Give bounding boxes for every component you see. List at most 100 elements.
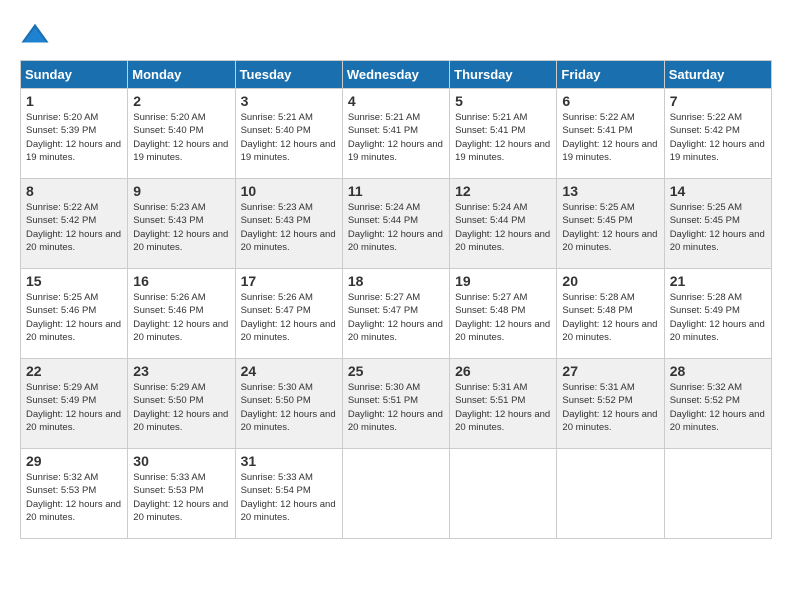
calendar-row-0: 1 Sunrise: 5:20 AM Sunset: 5:39 PM Daylig… — [21, 89, 772, 179]
calendar-row-4: 29 Sunrise: 5:32 AM Sunset: 5:53 PM Dayli… — [21, 449, 772, 539]
day-info: Sunrise: 5:26 AM Sunset: 5:46 PM Dayligh… — [133, 291, 229, 344]
calendar-cell — [664, 449, 771, 539]
day-info: Sunrise: 5:28 AM Sunset: 5:48 PM Dayligh… — [562, 291, 658, 344]
calendar-cell: 24 Sunrise: 5:30 AM Sunset: 5:50 PM Dayli… — [235, 359, 342, 449]
day-info: Sunrise: 5:31 AM Sunset: 5:51 PM Dayligh… — [455, 381, 551, 434]
calendar-cell: 1 Sunrise: 5:20 AM Sunset: 5:39 PM Daylig… — [21, 89, 128, 179]
col-monday: Monday — [128, 61, 235, 89]
day-number: 17 — [241, 273, 337, 289]
calendar-cell: 19 Sunrise: 5:27 AM Sunset: 5:48 PM Dayli… — [450, 269, 557, 359]
calendar-cell: 7Sunrise: 5:22 AM Sunset: 5:42 PM Daylig… — [664, 89, 771, 179]
day-info: Sunrise: 5:23 AM Sunset: 5:43 PM Dayligh… — [241, 201, 337, 254]
calendar-cell: 28 Sunrise: 5:32 AM Sunset: 5:52 PM Dayli… — [664, 359, 771, 449]
calendar-cell: 3 Sunrise: 5:21 AM Sunset: 5:40 PM Daylig… — [235, 89, 342, 179]
col-friday: Friday — [557, 61, 664, 89]
calendar: Sunday Monday Tuesday Wednesday Thursday… — [20, 60, 772, 539]
col-thursday: Thursday — [450, 61, 557, 89]
calendar-cell: 11Sunrise: 5:24 AM Sunset: 5:44 PM Dayli… — [342, 179, 449, 269]
day-info: Sunrise: 5:25 AM Sunset: 5:46 PM Dayligh… — [26, 291, 122, 344]
day-number: 10 — [241, 183, 337, 199]
day-info: Sunrise: 5:32 AM Sunset: 5:53 PM Dayligh… — [26, 471, 122, 524]
day-number: 22 — [26, 363, 122, 379]
day-info: Sunrise: 5:29 AM Sunset: 5:49 PM Dayligh… — [26, 381, 122, 434]
day-number: 5 — [455, 93, 551, 109]
day-info: Sunrise: 5:21 AM Sunset: 5:41 PM Dayligh… — [455, 111, 551, 164]
day-info: Sunrise: 5:30 AM Sunset: 5:51 PM Dayligh… — [348, 381, 444, 434]
day-info: Sunrise: 5:29 AM Sunset: 5:50 PM Dayligh… — [133, 381, 229, 434]
day-info: Sunrise: 5:32 AM Sunset: 5:52 PM Dayligh… — [670, 381, 766, 434]
calendar-cell: 27 Sunrise: 5:31 AM Sunset: 5:52 PM Dayli… — [557, 359, 664, 449]
day-info: Sunrise: 5:20 AM Sunset: 5:40 PM Dayligh… — [133, 111, 229, 164]
day-number: 13 — [562, 183, 658, 199]
day-info: Sunrise: 5:22 AM Sunset: 5:42 PM Dayligh… — [26, 201, 122, 254]
day-number: 8 — [26, 183, 122, 199]
day-number: 20 — [562, 273, 658, 289]
day-number: 3 — [241, 93, 337, 109]
day-number: 28 — [670, 363, 766, 379]
day-info: Sunrise: 5:27 AM Sunset: 5:48 PM Dayligh… — [455, 291, 551, 344]
day-info: Sunrise: 5:33 AM Sunset: 5:53 PM Dayligh… — [133, 471, 229, 524]
day-number: 24 — [241, 363, 337, 379]
calendar-cell: 13Sunrise: 5:25 AM Sunset: 5:45 PM Dayli… — [557, 179, 664, 269]
calendar-header-row: Sunday Monday Tuesday Wednesday Thursday… — [21, 61, 772, 89]
calendar-cell: 2 Sunrise: 5:20 AM Sunset: 5:40 PM Daylig… — [128, 89, 235, 179]
day-info: Sunrise: 5:33 AM Sunset: 5:54 PM Dayligh… — [241, 471, 337, 524]
col-wednesday: Wednesday — [342, 61, 449, 89]
day-info: Sunrise: 5:21 AM Sunset: 5:40 PM Dayligh… — [241, 111, 337, 164]
calendar-cell: 25 Sunrise: 5:30 AM Sunset: 5:51 PM Dayli… — [342, 359, 449, 449]
calendar-cell: 9 Sunrise: 5:23 AM Sunset: 5:43 PM Daylig… — [128, 179, 235, 269]
calendar-cell: 12 Sunrise: 5:24 AM Sunset: 5:44 PM Dayli… — [450, 179, 557, 269]
calendar-cell: 23 Sunrise: 5:29 AM Sunset: 5:50 PM Dayli… — [128, 359, 235, 449]
day-number: 4 — [348, 93, 444, 109]
day-info: Sunrise: 5:22 AM Sunset: 5:42 PM Dayligh… — [670, 111, 766, 164]
day-number: 31 — [241, 453, 337, 469]
day-number: 6 — [562, 93, 658, 109]
calendar-cell: 18 Sunrise: 5:27 AM Sunset: 5:47 PM Dayli… — [342, 269, 449, 359]
day-info: Sunrise: 5:27 AM Sunset: 5:47 PM Dayligh… — [348, 291, 444, 344]
calendar-cell — [450, 449, 557, 539]
calendar-body: 1 Sunrise: 5:20 AM Sunset: 5:39 PM Daylig… — [21, 89, 772, 539]
calendar-cell — [557, 449, 664, 539]
day-number: 14 — [670, 183, 766, 199]
calendar-cell: 15 Sunrise: 5:25 AM Sunset: 5:46 PM Dayli… — [21, 269, 128, 359]
day-info: Sunrise: 5:24 AM Sunset: 5:44 PM Dayligh… — [455, 201, 551, 254]
calendar-cell: 29 Sunrise: 5:32 AM Sunset: 5:53 PM Dayli… — [21, 449, 128, 539]
calendar-cell: 8 Sunrise: 5:22 AM Sunset: 5:42 PM Daylig… — [21, 179, 128, 269]
calendar-cell: 21 Sunrise: 5:28 AM Sunset: 5:49 PM Dayli… — [664, 269, 771, 359]
calendar-cell: 5 Sunrise: 5:21 AM Sunset: 5:41 PM Daylig… — [450, 89, 557, 179]
calendar-cell: 10 Sunrise: 5:23 AM Sunset: 5:43 PM Dayli… — [235, 179, 342, 269]
day-number: 19 — [455, 273, 551, 289]
day-info: Sunrise: 5:28 AM Sunset: 5:49 PM Dayligh… — [670, 291, 766, 344]
calendar-cell — [342, 449, 449, 539]
day-info: Sunrise: 5:20 AM Sunset: 5:39 PM Dayligh… — [26, 111, 122, 164]
day-number: 16 — [133, 273, 229, 289]
day-number: 1 — [26, 93, 122, 109]
day-number: 18 — [348, 273, 444, 289]
day-info: Sunrise: 5:23 AM Sunset: 5:43 PM Dayligh… — [133, 201, 229, 254]
day-number: 21 — [670, 273, 766, 289]
day-number: 15 — [26, 273, 122, 289]
day-number: 9 — [133, 183, 229, 199]
day-info: Sunrise: 5:24 AM Sunset: 5:44 PM Dayligh… — [348, 201, 444, 254]
day-number: 12 — [455, 183, 551, 199]
day-info: Sunrise: 5:31 AM Sunset: 5:52 PM Dayligh… — [562, 381, 658, 434]
col-sunday: Sunday — [21, 61, 128, 89]
day-number: 25 — [348, 363, 444, 379]
calendar-cell: 22 Sunrise: 5:29 AM Sunset: 5:49 PM Dayli… — [21, 359, 128, 449]
col-tuesday: Tuesday — [235, 61, 342, 89]
calendar-row-1: 8 Sunrise: 5:22 AM Sunset: 5:42 PM Daylig… — [21, 179, 772, 269]
calendar-cell: 14Sunrise: 5:25 AM Sunset: 5:45 PM Dayli… — [664, 179, 771, 269]
day-number: 2 — [133, 93, 229, 109]
calendar-row-3: 22 Sunrise: 5:29 AM Sunset: 5:49 PM Dayli… — [21, 359, 772, 449]
calendar-row-2: 15 Sunrise: 5:25 AM Sunset: 5:46 PM Dayli… — [21, 269, 772, 359]
day-info: Sunrise: 5:26 AM Sunset: 5:47 PM Dayligh… — [241, 291, 337, 344]
day-number: 27 — [562, 363, 658, 379]
day-number: 23 — [133, 363, 229, 379]
header — [20, 20, 772, 50]
day-info: Sunrise: 5:30 AM Sunset: 5:50 PM Dayligh… — [241, 381, 337, 434]
day-number: 26 — [455, 363, 551, 379]
day-number: 29 — [26, 453, 122, 469]
calendar-cell: 17 Sunrise: 5:26 AM Sunset: 5:47 PM Dayli… — [235, 269, 342, 359]
calendar-cell: 31 Sunrise: 5:33 AM Sunset: 5:54 PM Dayli… — [235, 449, 342, 539]
calendar-cell: 16 Sunrise: 5:26 AM Sunset: 5:46 PM Dayli… — [128, 269, 235, 359]
